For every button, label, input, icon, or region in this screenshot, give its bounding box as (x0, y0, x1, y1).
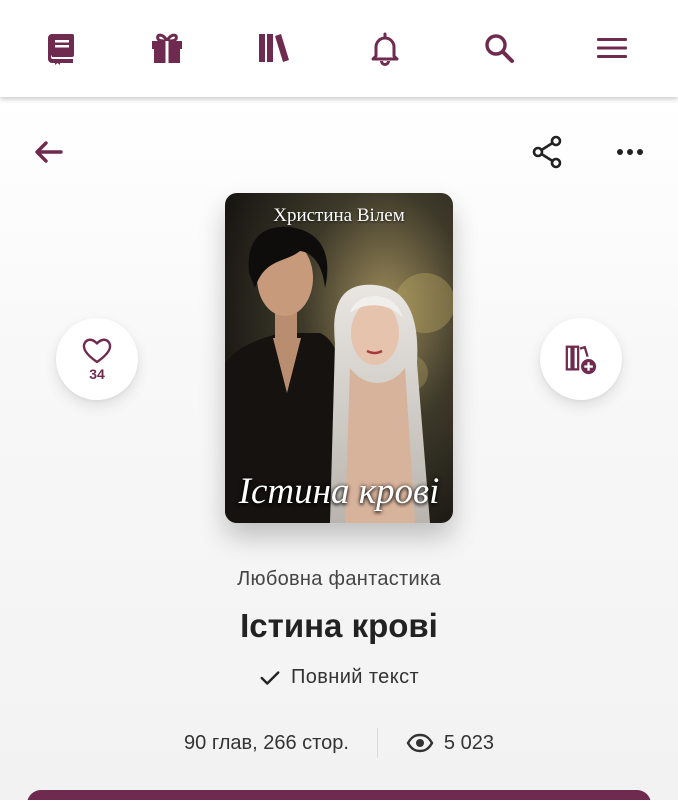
completion-status: Повний текст (0, 666, 678, 689)
book-cover[interactable]: Христина Вілем Істина крові (225, 193, 453, 523)
eye-icon (406, 733, 434, 753)
book-genre[interactable]: Любовна фантастика (0, 568, 678, 591)
share-icon[interactable] (525, 130, 569, 174)
top-nav-bar (0, 0, 678, 97)
read-button[interactable] (27, 790, 651, 800)
cover-title: Істина крові (238, 471, 440, 512)
like-count: 34 (89, 366, 105, 382)
views-value: 5 023 (443, 731, 494, 754)
gift-icon[interactable] (145, 26, 189, 70)
chapters-pages: 90 глав, 266 стор. (184, 731, 349, 754)
book-stats: 90 глав, 266 стор. 5 023 (0, 728, 678, 758)
stats-divider (376, 728, 378, 758)
more-icon[interactable] (608, 130, 652, 174)
bell-icon[interactable] (363, 26, 407, 70)
status-label: Повний текст (290, 666, 420, 688)
library-add-icon (565, 345, 597, 375)
menu-icon[interactable] (590, 26, 634, 70)
library-icon[interactable] (251, 26, 295, 70)
like-button[interactable]: 34 (56, 318, 138, 400)
add-to-library-button[interactable] (540, 318, 622, 400)
cover-author: Христина Вілем (273, 205, 405, 226)
book-icon[interactable] (39, 26, 83, 70)
book-title: Істина крові (240, 607, 438, 644)
heart-icon (82, 338, 112, 364)
views-count: 5 023 (406, 732, 494, 755)
checkmark-icon (260, 670, 280, 685)
search-icon[interactable] (477, 26, 521, 70)
back-arrow-icon[interactable] (26, 130, 70, 174)
